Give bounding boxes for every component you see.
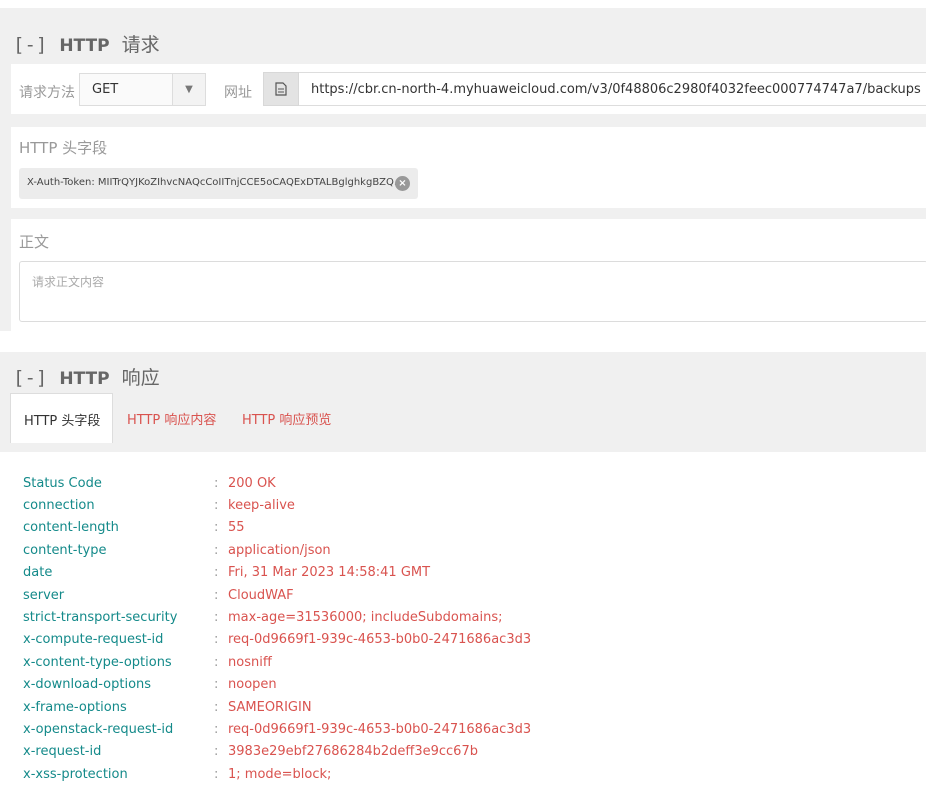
list-item: content-type: application/json: [23, 543, 331, 558]
body-label: 正文: [19, 233, 50, 251]
list-item: x-request-id:3983e29ebf27686284b2deff3e9…: [23, 744, 478, 759]
list-item: x-frame-options: SAMEORIGIN: [23, 700, 312, 715]
url-input[interactable]: https://cbr.cn-north-4.myhuaweicloud.com…: [299, 72, 926, 106]
list-item: connection: keep-alive: [23, 498, 295, 513]
tab-response-preview[interactable]: HTTP 响应预览: [242, 409, 331, 428]
list-item: x-openstack-request-id: req-0d9669f1-939c…: [23, 722, 532, 737]
body-textarea[interactable]: 请求正文内容: [19, 261, 926, 322]
file-icon: [263, 72, 299, 106]
list-item: x-compute-request-id: req-0d9669f1-939c-4…: [23, 632, 532, 647]
list-item: x-content-type-options: nosniff: [23, 655, 272, 670]
chevron-down-icon[interactable]: ▼: [172, 74, 205, 105]
headers-label: HTTP 头字段: [19, 139, 108, 157]
tab-http-headers[interactable]: HTTP 头字段: [10, 393, 113, 443]
collapse-toggle[interactable]: [-]: [13, 367, 47, 389]
tab-response-content[interactable]: HTTP 响应内容: [127, 409, 216, 428]
list-item: Status Code:200 OK: [23, 476, 276, 491]
list-item: x-download-options: noopen: [23, 677, 277, 692]
header-chip[interactable]: X-Auth-Token: MIITrQYJKoZIhvcNAQcCoIITnj…: [19, 168, 418, 199]
response-section-title[interactable]: [-] HTTP 响应: [13, 363, 160, 390]
request-section-title[interactable]: [-] HTTP 请求: [13, 30, 160, 57]
list-item: content-length:55: [23, 520, 245, 535]
method-label: 请求方法: [19, 85, 75, 101]
remove-icon[interactable]: ×: [395, 176, 410, 191]
list-item: strict-transport-security: max-age=315360…: [23, 610, 503, 625]
list-item: x-xss-protection:1; mode=block;: [23, 767, 332, 782]
collapse-toggle[interactable]: [-]: [13, 34, 47, 56]
method-select[interactable]: GET ▼: [79, 73, 206, 106]
list-item: server: CloudWAF: [23, 588, 294, 603]
url-label: 网址: [224, 85, 252, 101]
list-item: date: Fri, 31 Mar 2023 14:58:41 GMT: [23, 565, 431, 580]
